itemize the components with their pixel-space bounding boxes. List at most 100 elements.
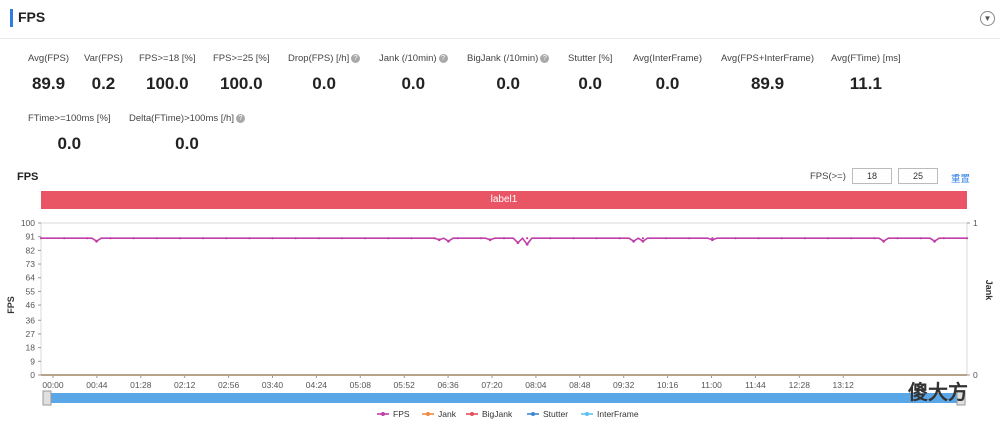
fps-point — [502, 237, 506, 240]
fps-point — [780, 237, 783, 240]
fps-point — [549, 237, 552, 240]
fps-point — [525, 242, 529, 246]
fps-point — [132, 237, 135, 240]
x-tick-label: 08:48 — [569, 380, 591, 390]
y-tick-label: 0 — [30, 370, 35, 380]
x-tick-label: 04:24 — [306, 380, 328, 390]
fps-point — [595, 237, 598, 240]
legend-marker — [470, 412, 474, 416]
fps-point — [711, 237, 714, 240]
y-tick-label: 100 — [21, 218, 35, 228]
y-tick-label: 27 — [26, 329, 36, 339]
fps-point — [86, 237, 89, 240]
fps-point — [447, 239, 450, 243]
fps-point — [850, 237, 853, 240]
x-tick-label: 05:52 — [394, 380, 416, 390]
fps-point — [271, 237, 274, 240]
fps-point — [757, 237, 760, 240]
fps-point — [155, 237, 158, 240]
y2-tick-label: 1 — [973, 218, 978, 228]
fps-point — [456, 237, 459, 240]
range-slider-bar — [43, 393, 965, 403]
legend-label: Jank — [438, 409, 457, 419]
range-slider-handle-left — [42, 390, 52, 406]
fps-point — [39, 237, 43, 240]
fps-point — [618, 237, 621, 240]
x-tick-label: 07:20 — [481, 380, 503, 390]
x-tick-label: 01:28 — [130, 380, 152, 390]
y-tick-label: 9 — [30, 356, 35, 366]
y-tick-label: 55 — [26, 286, 36, 296]
fps-point — [317, 237, 320, 240]
legend-label: InterFrame — [597, 409, 639, 419]
fps-point — [201, 237, 205, 240]
fps-point — [364, 237, 367, 240]
y-tick-label: 64 — [26, 273, 36, 283]
fps-point — [516, 241, 520, 245]
fps-point — [641, 239, 645, 243]
fps-point — [572, 237, 575, 240]
legend-label: Stutter — [543, 409, 568, 419]
legend-label: FPS — [393, 409, 410, 419]
fps-point — [437, 238, 441, 242]
fps-point — [896, 237, 899, 240]
fps-point — [479, 237, 482, 240]
fps-point — [294, 237, 297, 240]
fps-point — [95, 239, 98, 243]
watermark: 傻大方 — [908, 380, 968, 404]
fps-point — [803, 237, 807, 240]
plot-area — [40, 222, 968, 376]
fps-point — [387, 237, 390, 240]
fps-point — [688, 237, 691, 240]
y2-tick-label: 0 — [973, 370, 978, 380]
fps-point — [248, 237, 251, 240]
x-tick-label: 00:44 — [86, 380, 108, 390]
x-tick-label: 06:36 — [437, 380, 459, 390]
x-tick-label: 02:12 — [174, 380, 196, 390]
x-tick-label: 13:12 — [833, 380, 855, 390]
fps-point — [340, 237, 344, 240]
fps-point — [410, 237, 413, 240]
fps-point — [882, 239, 886, 243]
y2-axis-title: Jank — [984, 280, 994, 302]
y-tick-label: 82 — [26, 245, 36, 255]
fps-point — [942, 237, 945, 240]
x-tick-label: 08:04 — [525, 380, 547, 390]
fps-point — [178, 237, 181, 240]
fps-point — [526, 237, 529, 240]
x-tick-label: 12:28 — [789, 380, 811, 390]
fps-chart: 0 9 18 27 36 46 55 64 73 82 91 100 0 1 FPS Jank 00:00 00:… — [6, 218, 994, 419]
fps-point — [827, 237, 830, 240]
fps-point — [734, 237, 737, 240]
fps-point — [225, 237, 228, 240]
y-tick-label: 36 — [26, 315, 36, 325]
x-tick-label: 02:56 — [218, 380, 240, 390]
x-tick-label: 10:16 — [657, 380, 679, 390]
y-tick-label: 18 — [26, 343, 36, 353]
legend-marker — [426, 412, 430, 416]
fps-point — [873, 237, 876, 240]
y-tick-label: 46 — [26, 300, 36, 310]
legend-label: BigJank — [482, 409, 513, 419]
x-tick-label: 11:00 — [701, 380, 722, 390]
legend-marker — [585, 412, 589, 416]
x-tick-label: 03:40 — [262, 380, 284, 390]
x-tick-label: 05:08 — [350, 380, 372, 390]
y-axis-title: FPS — [6, 296, 16, 314]
x-tick-label: 00:00 — [42, 380, 64, 390]
fps-point — [433, 237, 436, 240]
fps-point — [919, 237, 922, 240]
fps-point — [965, 237, 969, 240]
fps-point — [664, 237, 668, 240]
fps-point — [933, 239, 936, 243]
x-tick-label: 09:32 — [613, 380, 635, 390]
fps-point — [63, 237, 66, 240]
y-tick-label: 91 — [26, 232, 36, 242]
fps-point — [109, 237, 112, 240]
fps-point — [632, 239, 636, 243]
fps-point — [488, 238, 492, 242]
y-tick-label: 73 — [26, 259, 36, 269]
legend-marker — [531, 412, 535, 416]
x-tick-label: 11:44 — [745, 380, 766, 390]
fps-point — [641, 237, 645, 240]
